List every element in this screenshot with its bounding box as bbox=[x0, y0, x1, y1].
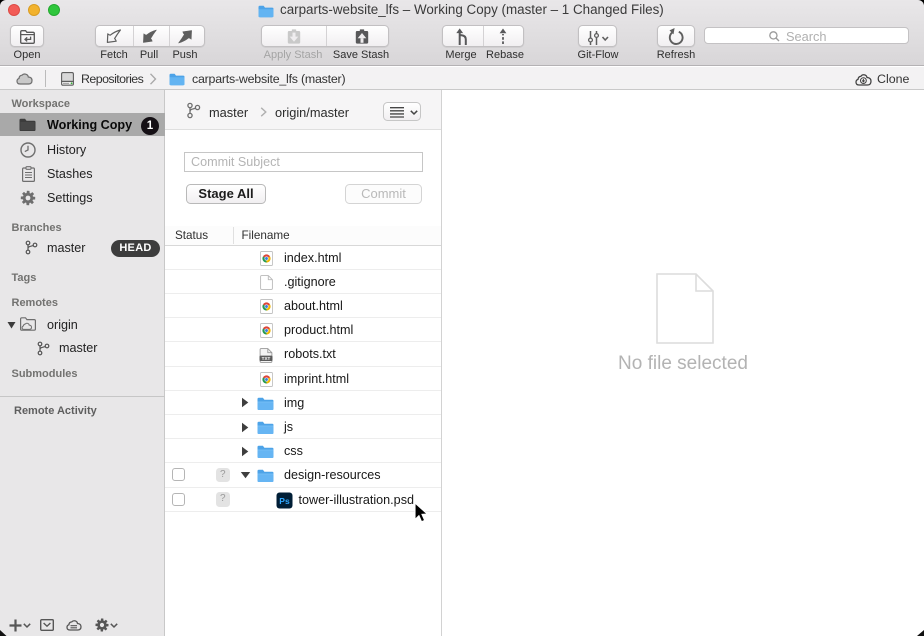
svg-text:TXT: TXT bbox=[262, 355, 271, 360]
svg-text:Ps: Ps bbox=[279, 496, 290, 506]
